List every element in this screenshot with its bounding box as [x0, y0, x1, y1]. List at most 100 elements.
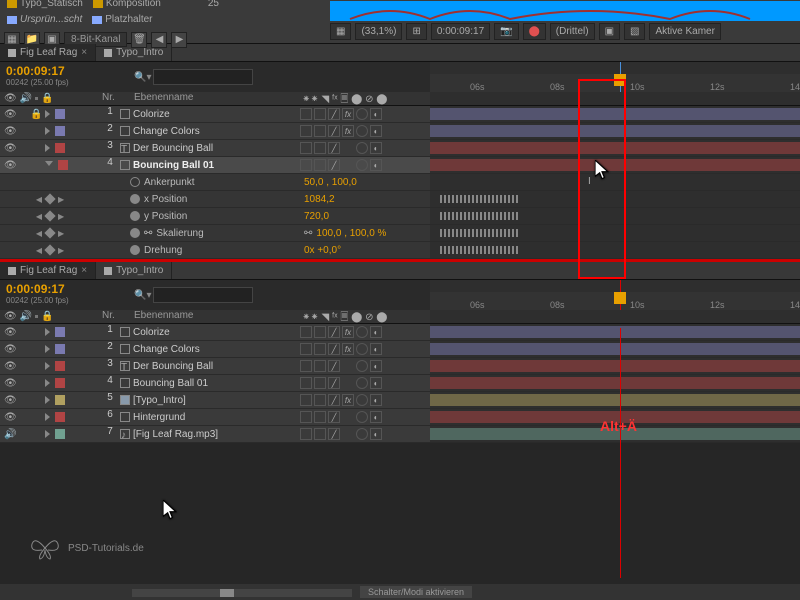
shy-switch[interactable]	[300, 428, 312, 440]
quality-switch[interactable]: ╱	[328, 159, 340, 171]
zoom-slider[interactable]	[132, 589, 352, 597]
viewer-res-button[interactable]: ▦	[330, 23, 351, 40]
collapse-switch[interactable]	[314, 343, 326, 355]
label-color[interactable]	[55, 143, 65, 153]
next-keyframe-button[interactable]: ▶	[58, 212, 64, 221]
layer-row[interactable]: 👁 1 Colorize ╱ fx ◐	[0, 324, 800, 341]
shy-switch[interactable]	[300, 125, 312, 137]
next-keyframe-button[interactable]: ▶	[58, 195, 64, 204]
motion-blur-switch[interactable]	[356, 142, 368, 154]
property-track[interactable]	[430, 242, 800, 258]
property-value[interactable]: 0x +0,0°	[300, 242, 430, 258]
shy-switch[interactable]	[300, 159, 312, 171]
quality-switch[interactable]: ╱	[328, 125, 340, 137]
collapse-switch[interactable]	[314, 159, 326, 171]
layer-row[interactable]: 👁 2 Change Colors ╱ fx ◐	[0, 341, 800, 358]
label-color[interactable]	[55, 327, 65, 337]
collapse-switch[interactable]	[314, 428, 326, 440]
tab-typo-intro[interactable]: Typo_Intro	[96, 262, 172, 279]
snapshot-button[interactable]: 📷	[494, 23, 518, 40]
keyframe-toggle[interactable]	[44, 210, 55, 221]
twirl-icon[interactable]	[45, 430, 50, 438]
collapse-switch[interactable]	[314, 377, 326, 389]
layer-row[interactable]: 👁 2 Change Colors ╱ fx ◐	[0, 123, 800, 140]
adjustment-switch[interactable]: ◐	[370, 411, 382, 423]
lock-toggle[interactable]	[30, 429, 40, 439]
quality-switch[interactable]: ╱	[328, 343, 340, 355]
stopwatch-icon[interactable]	[130, 194, 140, 204]
next-keyframe-button[interactable]: ▶	[58, 229, 64, 238]
twirl-icon[interactable]	[45, 328, 50, 336]
playhead[interactable]	[620, 280, 621, 310]
keyframe-toggle[interactable]	[44, 227, 55, 238]
twirl-icon[interactable]	[45, 396, 50, 404]
search-input[interactable]	[153, 287, 253, 303]
twirl-icon[interactable]	[45, 144, 50, 152]
shy-switch[interactable]	[300, 411, 312, 423]
layer-row[interactable]: 🔊 7 ♪ [Fig Leaf Rag.mp3] ╱ ◐	[0, 426, 800, 443]
quality-switch[interactable]: ╱	[328, 142, 340, 154]
property-value[interactable]: ⚯100,0 , 100,0 %	[300, 225, 430, 241]
twirl-icon[interactable]	[45, 127, 50, 135]
adjustment-switch[interactable]: ◐	[370, 125, 382, 137]
layer-name[interactable]: Colorize	[133, 327, 170, 338]
label-color[interactable]	[55, 429, 65, 439]
stopwatch-icon[interactable]	[130, 211, 140, 221]
fx-switch[interactable]: fx	[342, 394, 354, 406]
lock-toggle[interactable]	[30, 126, 40, 136]
adjustment-switch[interactable]: ◐	[370, 360, 382, 372]
nav-next-button[interactable]: ▶	[171, 32, 187, 48]
property-name[interactable]: Skalierung	[156, 228, 203, 239]
motion-blur-switch[interactable]	[356, 343, 368, 355]
search-input[interactable]	[153, 69, 253, 85]
quality-switch[interactable]: ╱	[328, 394, 340, 406]
quality-switch[interactable]: ╱	[328, 108, 340, 120]
timecode-display[interactable]: 0:00:09:17	[431, 23, 490, 40]
layer-name[interactable]: [Typo_Intro]	[133, 395, 186, 406]
property-name[interactable]: x Position	[144, 194, 187, 205]
motion-blur-switch[interactable]	[356, 125, 368, 137]
layer-name[interactable]: Der Bouncing Ball	[133, 361, 213, 372]
fx-switch[interactable]: fx	[342, 326, 354, 338]
tab-typo-intro[interactable]: Typo_Intro	[96, 44, 172, 61]
label-color[interactable]	[55, 361, 65, 371]
adjustment-switch[interactable]: ◐	[370, 108, 382, 120]
close-icon[interactable]: ×	[81, 265, 87, 276]
layer-track[interactable]	[430, 341, 800, 357]
stopwatch-icon[interactable]	[130, 228, 140, 238]
twirl-icon[interactable]	[45, 110, 50, 118]
lock-toggle[interactable]	[30, 160, 40, 170]
layer-row[interactable]: 👁 4 Bouncing Ball 01 ╱ ◐	[0, 157, 800, 174]
layer-name[interactable]: [Fig Leaf Rag.mp3]	[133, 429, 218, 440]
lock-toggle[interactable]	[30, 344, 40, 354]
collapse-switch[interactable]	[314, 125, 326, 137]
motion-blur-switch[interactable]	[356, 360, 368, 372]
lock-toggle[interactable]	[30, 143, 40, 153]
layer-name[interactable]: Bouncing Ball 01	[133, 378, 208, 389]
layer-row[interactable]: 👁 5 [Typo_Intro] ╱ fx ◐	[0, 392, 800, 409]
property-value[interactable]: 720,0	[300, 208, 430, 224]
layer-track[interactable]	[430, 106, 800, 122]
adjustment-switch[interactable]: ◐	[370, 377, 382, 389]
layer-name[interactable]: Colorize	[133, 109, 170, 120]
layer-track[interactable]	[430, 324, 800, 340]
property-track[interactable]	[430, 208, 800, 224]
layer-row[interactable]: 👁 3 T Der Bouncing Ball ╱ ◐	[0, 140, 800, 157]
visibility-toggle[interactable]: 👁	[4, 395, 14, 405]
keyframe-toggle[interactable]	[44, 193, 55, 204]
switches-toggle-button[interactable]: Schalter/Modi aktivieren	[360, 586, 472, 598]
lock-toggle[interactable]	[30, 378, 40, 388]
twirl-icon[interactable]	[45, 413, 50, 421]
zoom-select[interactable]: (33,1%)	[355, 23, 402, 40]
quality-switch[interactable]: ╱	[328, 377, 340, 389]
lock-toggle[interactable]: 🔒	[30, 109, 40, 119]
project-item[interactable]: Komposition	[90, 0, 164, 9]
transparency-button[interactable]: ▧	[624, 23, 645, 40]
visibility-toggle[interactable]: 👁	[4, 160, 14, 170]
visibility-toggle[interactable]: 👁	[4, 344, 14, 354]
lock-toggle[interactable]	[30, 327, 40, 337]
layer-row[interactable]: 👁 🔒 1 Colorize ╱ fx ◐	[0, 106, 800, 123]
timeline-ruler[interactable]: 06s 08s 10s 12s 14s	[430, 62, 800, 92]
channels-button[interactable]: ⬤	[523, 23, 546, 40]
project-item[interactable]: Platzhalter	[89, 14, 155, 25]
